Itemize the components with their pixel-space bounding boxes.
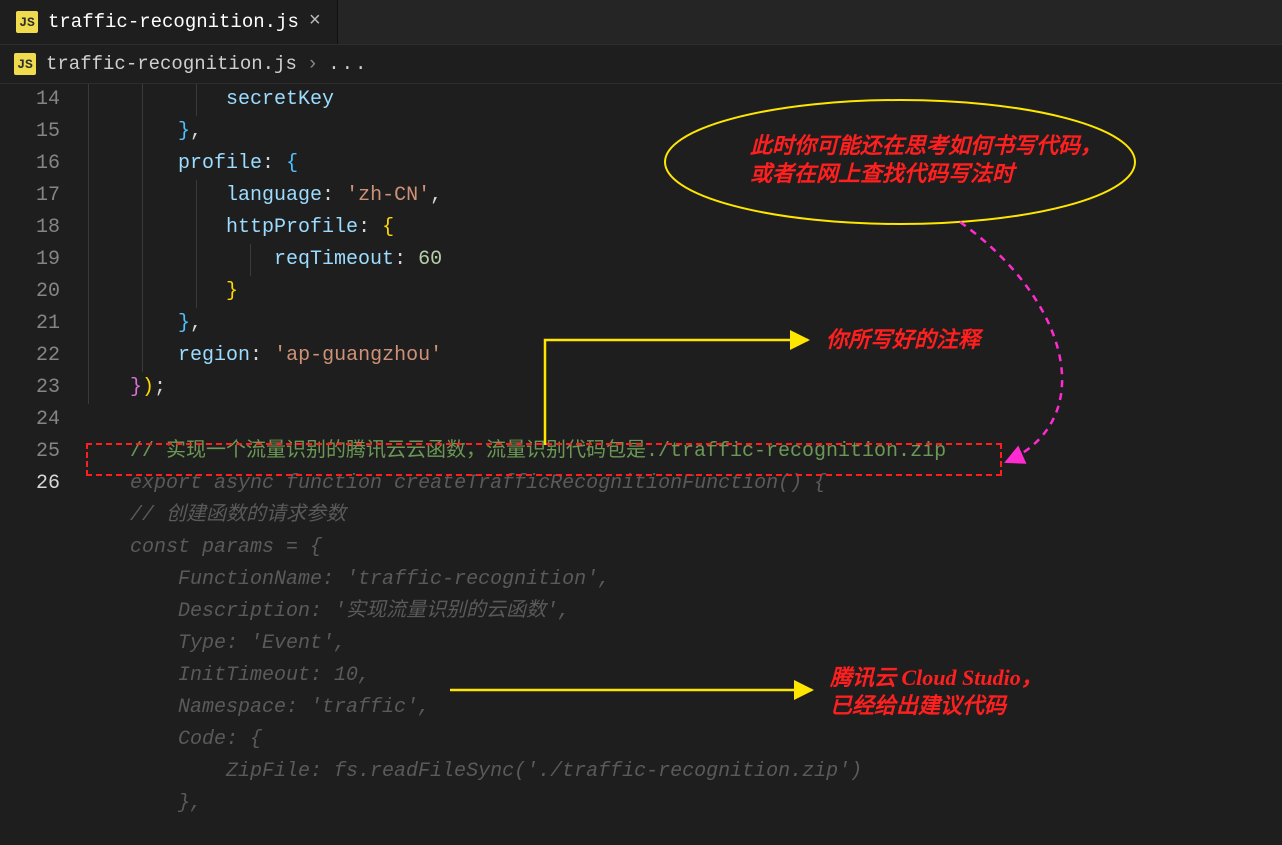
token-identifier: region <box>178 344 250 367</box>
token-punc: , <box>190 312 202 335</box>
line-number: 26 <box>0 468 60 500</box>
line-number: 16 <box>0 148 60 180</box>
token-brace: } <box>178 120 190 143</box>
token-punc: : <box>322 184 334 207</box>
token-punc: : <box>394 248 406 271</box>
code-line[interactable]: export async function createTrafficRecog… <box>82 468 1282 500</box>
code-line[interactable]: httpProfile: { <box>82 212 1282 244</box>
chevron-right-icon: › <box>307 53 318 75</box>
breadcrumb-more[interactable]: ... <box>328 53 368 75</box>
token-identifier: httpProfile <box>226 216 358 239</box>
token-string: 'ap-guangzhou' <box>274 344 442 367</box>
ghost-suggestion-line: // 创建函数的请求参数 <box>82 500 1282 532</box>
code-line[interactable]: region: 'ap-guangzhou' <box>82 340 1282 372</box>
line-number: 15 <box>0 116 60 148</box>
token-identifier: profile <box>178 152 262 175</box>
token-punc: ; <box>154 376 166 399</box>
line-number: 24 <box>0 404 60 436</box>
token-identifier: secretKey <box>226 88 334 111</box>
code-area[interactable]: 14 15 16 17 18 19 20 21 22 23 24 25 26 s… <box>0 84 1282 820</box>
line-number: 23 <box>0 372 60 404</box>
token-brace: { <box>382 216 394 239</box>
close-icon[interactable]: × <box>309 12 321 32</box>
js-file-icon: JS <box>14 53 36 75</box>
code-editor: JS traffic-recognition.js × JS traffic-r… <box>0 0 1282 845</box>
line-number: 18 <box>0 212 60 244</box>
token-punc: , <box>430 184 442 207</box>
ghost-suggestion-line: const params = { <box>82 532 1282 564</box>
breadcrumb[interactable]: JS traffic-recognition.js › ... <box>0 44 1282 84</box>
code-line[interactable]: reqTimeout: 60 <box>82 244 1282 276</box>
token-punc: , <box>190 120 202 143</box>
code-line[interactable]: profile: { <box>82 148 1282 180</box>
code-line[interactable]: }, <box>82 308 1282 340</box>
token-punc: : <box>262 152 274 175</box>
ghost-suggestion-line: Description: '实现流量识别的云函数', <box>82 596 1282 628</box>
line-number: 25 <box>0 436 60 468</box>
ghost-suggestion-line: }, <box>82 788 1282 820</box>
code-line[interactable]: // 实现一个流量识别的腾讯云云函数，流量识别代码包是./traffic-rec… <box>82 436 1282 468</box>
line-number: 17 <box>0 180 60 212</box>
tab-filename: traffic-recognition.js <box>48 11 299 33</box>
code-line[interactable]: }); <box>82 372 1282 404</box>
ghost-suggestion-line: Code: { <box>82 724 1282 756</box>
token-string: 'zh-CN' <box>346 184 430 207</box>
line-number: 14 <box>0 84 60 116</box>
code-line[interactable]: } <box>82 276 1282 308</box>
ghost-suggestion: export async function createTrafficRecog… <box>130 472 826 495</box>
ghost-suggestion-line: ZipFile: fs.readFileSync('./traffic-reco… <box>82 756 1282 788</box>
line-number: 19 <box>0 244 60 276</box>
token-brace: } <box>130 376 142 399</box>
code-line[interactable] <box>82 404 1282 436</box>
ghost-suggestion-line: InitTimeout: 10, <box>82 660 1282 692</box>
token-number: 60 <box>418 248 442 271</box>
token-brace: { <box>286 152 298 175</box>
js-file-icon: JS <box>16 11 38 33</box>
code-line[interactable]: secretKey <box>82 84 1282 116</box>
token-punc: : <box>358 216 370 239</box>
line-number-gutter: 14 15 16 17 18 19 20 21 22 23 24 25 26 <box>0 84 82 820</box>
ghost-suggestion-line: Type: 'Event', <box>82 628 1282 660</box>
token-identifier: reqTimeout <box>274 248 394 271</box>
token-identifier: language <box>226 184 322 207</box>
token-punc: : <box>250 344 262 367</box>
breadcrumb-filename: traffic-recognition.js <box>46 53 297 75</box>
line-number: 22 <box>0 340 60 372</box>
code-line[interactable]: language: 'zh-CN', <box>82 180 1282 212</box>
line-number: 21 <box>0 308 60 340</box>
tab-bar: JS traffic-recognition.js × <box>0 0 1282 44</box>
code-content[interactable]: secretKey }, profile: { language: 'zh-CN… <box>82 84 1282 820</box>
ghost-suggestion-line: FunctionName: 'traffic-recognition', <box>82 564 1282 596</box>
ghost-suggestion-line: Namespace: 'traffic', <box>82 692 1282 724</box>
token-brace: } <box>226 280 238 303</box>
token-brace: } <box>178 312 190 335</box>
token-paren: ) <box>142 376 154 399</box>
line-number: 20 <box>0 276 60 308</box>
token-comment: // 实现一个流量识别的腾讯云云函数，流量识别代码包是./traffic-rec… <box>130 440 946 463</box>
tab-traffic-recognition[interactable]: JS traffic-recognition.js × <box>0 0 338 44</box>
code-line[interactable]: }, <box>82 116 1282 148</box>
